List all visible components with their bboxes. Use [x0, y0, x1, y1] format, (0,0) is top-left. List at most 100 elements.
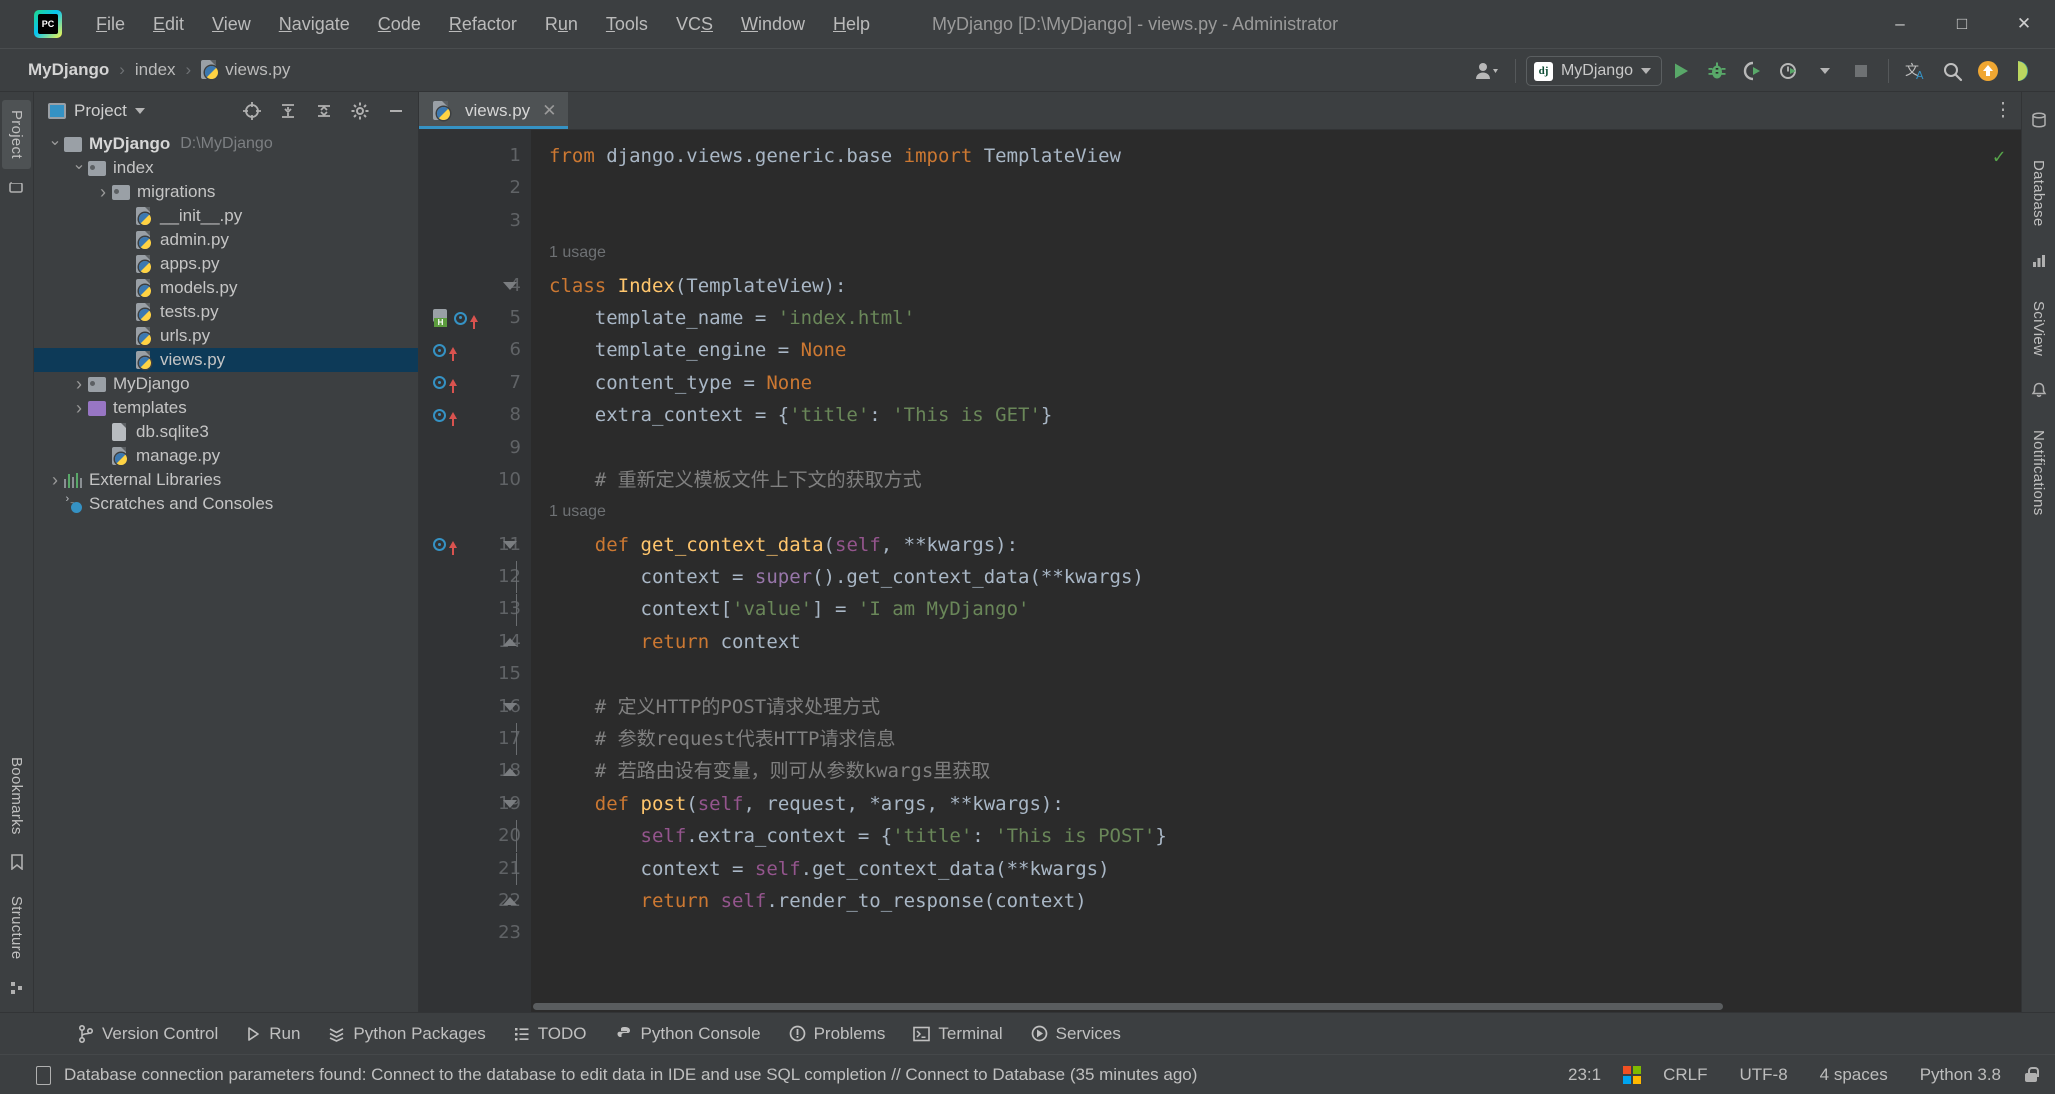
line-number[interactable]: 15 [419, 658, 531, 690]
code-folding-control[interactable] [503, 788, 517, 820]
menu-help[interactable]: Help [819, 9, 884, 40]
tool-window-version-control[interactable]: Version Control [66, 1019, 230, 1049]
database-notification-icon[interactable] [34, 1065, 52, 1085]
line-number[interactable]: 8 [419, 399, 531, 431]
code-line[interactable]: # 若路由设有变量，则可从参数kwargs里获取 [531, 755, 2021, 787]
horizontal-scrollbar[interactable] [531, 1000, 2021, 1012]
commit-icon[interactable] [7, 177, 27, 197]
code-folding-control[interactable] [515, 852, 517, 885]
chevron-down-icon[interactable] [70, 158, 88, 178]
tool-window-python-packages[interactable]: Python Packages [316, 1019, 497, 1049]
tree-item[interactable]: External Libraries [34, 468, 418, 492]
breadcrumb-item-index[interactable]: index [129, 57, 182, 83]
sidebar-item-notifications[interactable]: Notifications [2024, 420, 2053, 526]
code-line[interactable]: template_name = 'index.html' [531, 302, 2021, 334]
bookmark-icon[interactable] [7, 852, 27, 872]
project-tree[interactable]: MyDjango D:\MyDjango index migrations __init… [34, 130, 418, 1012]
code-line[interactable]: class Index(TemplateView): [531, 270, 2021, 302]
line-number[interactable]: 6 [419, 334, 531, 366]
indent-setting[interactable]: 4 spaces [1810, 1061, 1898, 1089]
code-line[interactable]: return self.render_to_response(context) [531, 885, 2021, 917]
code-content[interactable]: ✓ from django.views.generic.base import … [531, 130, 2021, 1012]
code-line[interactable]: def post(self, request, *args, **kwargs)… [531, 788, 2021, 820]
menu-tools[interactable]: Tools [592, 9, 662, 40]
tree-item[interactable]: db.sqlite3 [34, 420, 418, 444]
tool-window-todo[interactable]: TODO [502, 1019, 599, 1049]
tree-item[interactable]: Scratches and Consoles [34, 492, 418, 516]
tree-item[interactable]: migrations [34, 180, 418, 204]
code-line[interactable]: extra_context = {'title': 'This is GET'} [531, 399, 2021, 431]
line-number[interactable]: 23 [419, 917, 531, 949]
close-button[interactable]: ✕ [1993, 0, 2055, 48]
tree-item[interactable]: MyDjango [34, 372, 418, 396]
minimize-button[interactable]: – [1869, 0, 1931, 48]
search-icon[interactable] [1935, 54, 1969, 88]
account-icon[interactable] [1471, 54, 1505, 88]
notifications-icon[interactable] [2029, 380, 2049, 400]
line-number[interactable]: 13 [419, 593, 531, 626]
stop-icon[interactable] [1844, 54, 1878, 88]
code-folding-control[interactable] [515, 723, 517, 756]
tool-window-run[interactable]: Run [234, 1019, 312, 1049]
breadcrumb-item-file[interactable]: views.py [195, 57, 296, 83]
code-line[interactable] [531, 432, 2021, 464]
code-folding-control[interactable] [503, 626, 517, 658]
code-line[interactable]: self.extra_context = {'title': 'This is … [531, 820, 2021, 852]
menu-view[interactable]: View [198, 9, 265, 40]
chevron-right-icon[interactable] [70, 398, 88, 419]
python-interpreter[interactable]: Python 3.8 [1910, 1061, 2011, 1089]
translate-icon[interactable]: 文 A [1899, 54, 1933, 88]
chevron-down-icon[interactable] [134, 108, 145, 114]
code-line[interactable] [531, 172, 2021, 204]
code-line[interactable]: template_engine = None [531, 334, 2021, 366]
menu-navigate[interactable]: Navigate [265, 9, 364, 40]
minimize-icon[interactable] [382, 97, 410, 125]
menu-refactor[interactable]: Refactor [435, 9, 531, 40]
code-line[interactable]: # 重新定义模板文件上下文的获取方式 [531, 464, 2021, 496]
code-line[interactable]: context = self.get_context_data(**kwargs… [531, 853, 2021, 885]
breadcrumb-item-project[interactable]: MyDjango [22, 57, 115, 83]
line-number[interactable]: 21 [419, 852, 531, 885]
line-number[interactable]: 18 [419, 755, 531, 787]
menu-vcs[interactable]: VCS [662, 9, 727, 40]
chevron-down-icon[interactable] [46, 134, 64, 154]
code-folding-control[interactable] [503, 270, 517, 302]
sidebar-item-project[interactable]: Project [2, 100, 31, 169]
code-line[interactable]: # 定义HTTP的POST请求处理方式 [531, 691, 2021, 723]
close-icon[interactable]: ✕ [542, 101, 556, 121]
tree-item[interactable]: manage.py [34, 444, 418, 468]
more-options-icon[interactable]: ⋮ [1985, 92, 2021, 129]
lock-icon[interactable] [2023, 1066, 2039, 1084]
line-number[interactable]: 22 [419, 885, 531, 917]
expand-all-icon[interactable] [274, 97, 302, 125]
run-configuration-selector[interactable]: dj MyDjango [1525, 56, 1662, 86]
line-separator[interactable]: CRLF [1653, 1061, 1717, 1089]
tool-window-services[interactable]: Services [1019, 1019, 1133, 1049]
structure-icon[interactable] [7, 978, 27, 998]
line-number[interactable]: 12 [419, 561, 531, 594]
tree-item[interactable]: urls.py [34, 324, 418, 348]
code-line[interactable] [531, 205, 2021, 237]
sidebar-item-database[interactable]: Database [2024, 150, 2053, 237]
status-message[interactable]: Database connection parameters found: Co… [64, 1065, 1197, 1085]
line-number[interactable]: 9 [419, 432, 531, 464]
tree-item[interactable]: models.py [34, 276, 418, 300]
database-icon[interactable] [2029, 110, 2049, 130]
tree-item[interactable]: templates [34, 396, 418, 420]
crosshair-icon[interactable] [238, 97, 266, 125]
code-line[interactable] [531, 917, 2021, 949]
code-line[interactable]: def get_context_data(self, **kwargs): [531, 529, 2021, 561]
debug-icon[interactable] [1700, 54, 1734, 88]
ide-features-trainer-icon[interactable] [2007, 54, 2041, 88]
usage-inlay-hint[interactable]: 1 usage [531, 496, 2021, 528]
line-number[interactable]: 19 [419, 788, 531, 820]
code-folding-control[interactable] [515, 820, 517, 853]
menu-edit[interactable]: Edit [139, 9, 198, 40]
tree-item[interactable]: admin.py [34, 228, 418, 252]
tab-views-py[interactable]: views.py ✕ [419, 92, 569, 129]
tool-window-python-console[interactable]: Python Console [603, 1019, 773, 1049]
code-line[interactable]: # 参数request代表HTTP请求信息 [531, 723, 2021, 755]
tree-item[interactable]: MyDjango D:\MyDjango [34, 132, 418, 156]
inspection-status-badge[interactable]: ✓ [1993, 144, 2005, 168]
tool-window-problems[interactable]: Problems [777, 1019, 898, 1049]
